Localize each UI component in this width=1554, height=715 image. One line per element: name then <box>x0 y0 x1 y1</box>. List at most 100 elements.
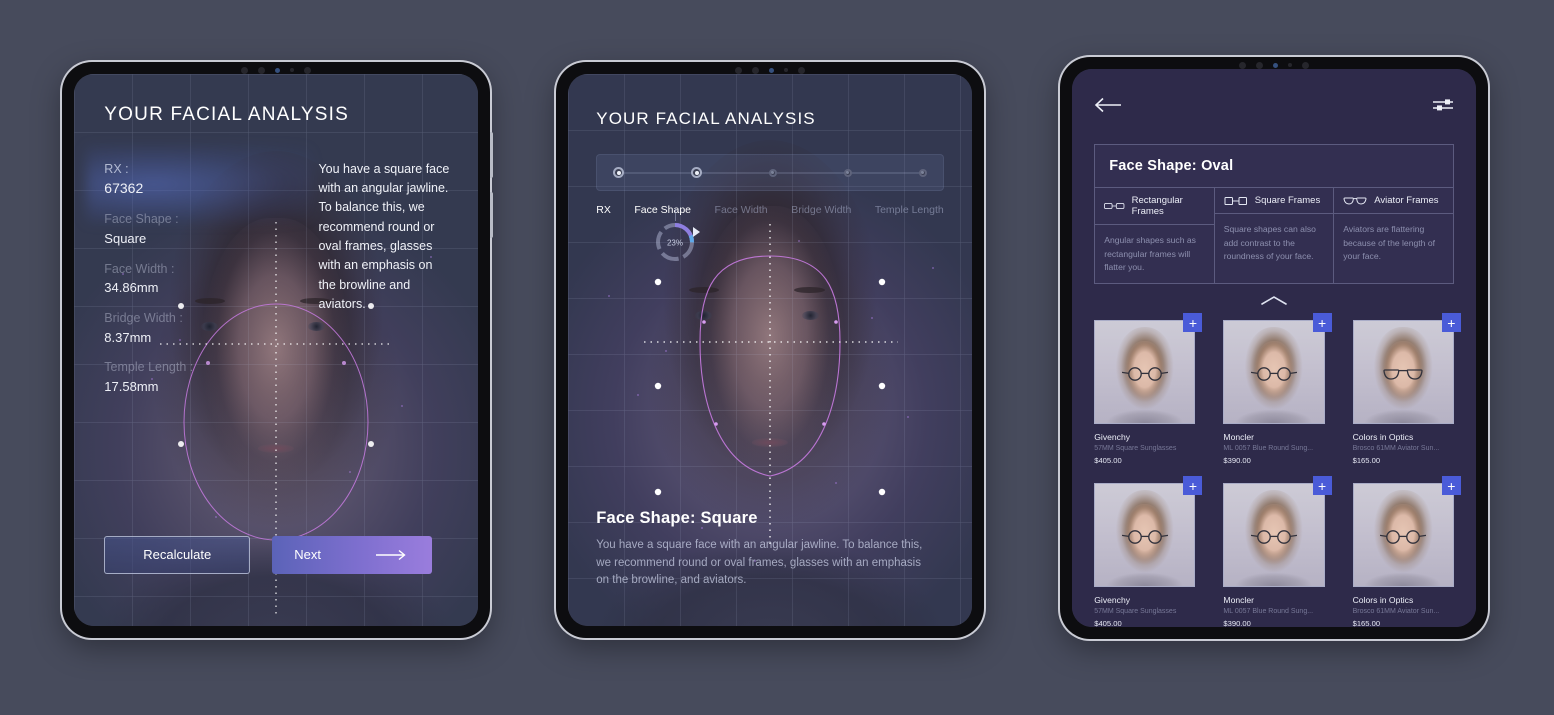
step-node-rx[interactable] <box>613 167 625 179</box>
frame-column-header: Aviator Frames <box>1334 188 1453 215</box>
rectangular-frames-icon <box>1104 203 1125 210</box>
add-product-button[interactable]: + <box>1441 476 1461 496</box>
recalculate-button[interactable]: Recalculate <box>104 535 251 574</box>
next-label: Next <box>294 547 321 563</box>
page-title: YOUR FACIAL ANALYSIS <box>596 109 816 129</box>
step-label-rx[interactable]: RX <box>596 204 611 216</box>
product-thumbnail <box>1223 483 1325 588</box>
glasses-overlay-icon <box>1251 530 1297 544</box>
frame-column-label: Aviator Frames <box>1374 195 1439 207</box>
ring-handle-icon[interactable] <box>692 227 701 238</box>
metric-value: 17.58mm <box>104 378 159 394</box>
frame-column-aviator[interactable]: Aviator Frames Aviators are flattering b… <box>1333 188 1453 284</box>
product-price: $405.00 <box>1094 456 1122 466</box>
frame-column-text: Square shapes can also add contrast to t… <box>1223 224 1316 261</box>
product-card[interactable]: + Colors in Optics Brosco 61MM Aviator S… <box>1352 476 1461 627</box>
product-model: 57MM Square Sunglasses <box>1094 445 1177 453</box>
progress-stepper <box>596 154 944 192</box>
add-product-button[interactable]: + <box>1183 476 1203 496</box>
stepper-track <box>613 167 927 179</box>
product-card[interactable]: + Moncler ML 0057 Blue Round Sung... $39… <box>1223 313 1332 466</box>
screenshot-stage: YOUR FACIAL ANALYSIS RX : 67362 Face Sha… <box>0 0 1554 715</box>
product-brand: Givenchy <box>1094 432 1131 443</box>
metric-bridge-width: Bridge Width : 8.37mm <box>104 309 193 347</box>
product-model: ML 0057 Blue Round Sung... <box>1223 445 1314 453</box>
metric-face-width: Face Width : 34.86mm <box>104 260 193 298</box>
shape-title: Face Shape: Oval <box>1109 158 1234 175</box>
progress-ring-svg: 23% <box>656 223 694 262</box>
metric-rx: RX : 67362 <box>104 160 193 200</box>
metric-label: Face Shape : <box>104 212 179 227</box>
add-product-button[interactable]: + <box>1312 313 1332 333</box>
step-label-temple-length[interactable]: Temple Length <box>875 204 944 216</box>
result-title: Face Shape: Square <box>596 508 758 527</box>
step-node-bridge-width[interactable] <box>843 168 852 177</box>
product-card[interactable]: + Colors in Optics Brosco 61MM Aviator S… <box>1352 313 1461 466</box>
face-shape-card: Face Shape: Oval Rectangular Frames Angu… <box>1094 144 1454 285</box>
top-bar <box>1094 97 1454 113</box>
frame-column-label: Rectangular Frames <box>1131 195 1183 218</box>
stepper-labels: RX Face Shape Face Width Bridge Width Te… <box>596 204 943 216</box>
metric-label: Temple Length : <box>104 360 194 375</box>
product-price: $165.00 <box>1352 619 1381 627</box>
metric-face-shape: Face Shape : Square <box>104 210 193 248</box>
action-bar: Recalculate Next <box>104 535 451 574</box>
add-product-button[interactable]: + <box>1312 476 1332 496</box>
step-node-temple-length[interactable] <box>918 168 927 177</box>
metric-label: Face Width : <box>104 261 175 276</box>
frame-column-header: Rectangular Frames <box>1095 188 1214 226</box>
next-button[interactable]: Next <box>272 535 433 574</box>
product-thumbnail <box>1223 320 1325 425</box>
product-card[interactable]: + Givenchy 57MM Square Sunglasses $405.0… <box>1094 476 1203 627</box>
step-node-face-shape[interactable] <box>691 167 703 179</box>
metric-value: Square <box>104 231 147 247</box>
glasses-overlay-icon <box>1251 367 1297 381</box>
frame-column-header: Square Frames <box>1214 188 1334 215</box>
metric-label: Bridge Width : <box>104 310 183 325</box>
front-camera-array-3 <box>1204 61 1344 69</box>
step-label-face-shape[interactable]: Face Shape <box>634 204 691 216</box>
tablet-device-1: YOUR FACIAL ANALYSIS RX : 67362 Face Sha… <box>62 62 493 638</box>
result-description: You have a square face with an angular j… <box>596 538 923 587</box>
frame-column-text: Angular shapes such as rectangular frame… <box>1104 235 1196 272</box>
collapse-toggle[interactable] <box>1072 295 1476 307</box>
product-brand: Colors in Optics <box>1352 432 1414 443</box>
tablet-device-3: Face Shape: Oval Rectangular Frames Angu… <box>1060 57 1488 639</box>
product-price: $390.00 <box>1223 456 1251 466</box>
analysis-description: You have a square face with an angular j… <box>318 161 450 312</box>
product-price: $165.00 <box>1352 456 1381 466</box>
product-thumbnail <box>1094 483 1196 588</box>
product-model: Brosco 61MM Aviator Sun... <box>1352 445 1440 453</box>
metric-label: RX : <box>104 161 129 176</box>
device-button-1[interactable] <box>490 132 493 178</box>
device-button-2[interactable] <box>490 192 493 238</box>
product-brand: Givenchy <box>1094 595 1131 606</box>
chevron-up-icon <box>1261 296 1287 305</box>
product-card[interactable]: + Givenchy 57MM Square Sunglasses $405.0… <box>1094 313 1203 466</box>
product-price: $405.00 <box>1094 619 1122 627</box>
frame-column-square[interactable]: Square Frames Square shapes can also add… <box>1213 188 1334 284</box>
screen-frame-recommendations: Face Shape: Oval Rectangular Frames Angu… <box>1072 69 1476 627</box>
add-product-button[interactable]: + <box>1183 313 1203 333</box>
product-brand: Moncler <box>1223 595 1254 606</box>
step-label-face-width[interactable]: Face Width <box>715 204 768 216</box>
arrow-left-icon[interactable] <box>1094 97 1122 113</box>
product-price: $390.00 <box>1223 619 1251 627</box>
product-card[interactable]: + Moncler ML 0057 Blue Round Sung... $39… <box>1223 476 1332 627</box>
progress-value: 23% <box>667 239 683 248</box>
product-model: 57MM Square Sunglasses <box>1094 608 1177 616</box>
glasses-overlay-icon <box>1121 530 1168 544</box>
frame-column-rectangular[interactable]: Rectangular Frames Angular shapes such a… <box>1095 188 1214 283</box>
product-brand: Colors in Optics <box>1352 595 1414 606</box>
progress-ring: 23% <box>652 209 701 270</box>
arrow-right-icon <box>376 549 410 561</box>
step-label-bridge-width[interactable]: Bridge Width <box>791 204 851 216</box>
product-thumbnail <box>1352 483 1454 588</box>
glasses-overlay-icon <box>1380 530 1427 544</box>
step-node-face-width[interactable] <box>768 168 777 177</box>
metric-value: 67362 <box>104 180 144 197</box>
frame-column-label: Square Frames <box>1254 195 1321 207</box>
page-title: YOUR FACIAL ANALYSIS <box>104 104 349 126</box>
sliders-icon[interactable] <box>1432 97 1454 113</box>
add-product-button[interactable]: + <box>1441 313 1461 333</box>
